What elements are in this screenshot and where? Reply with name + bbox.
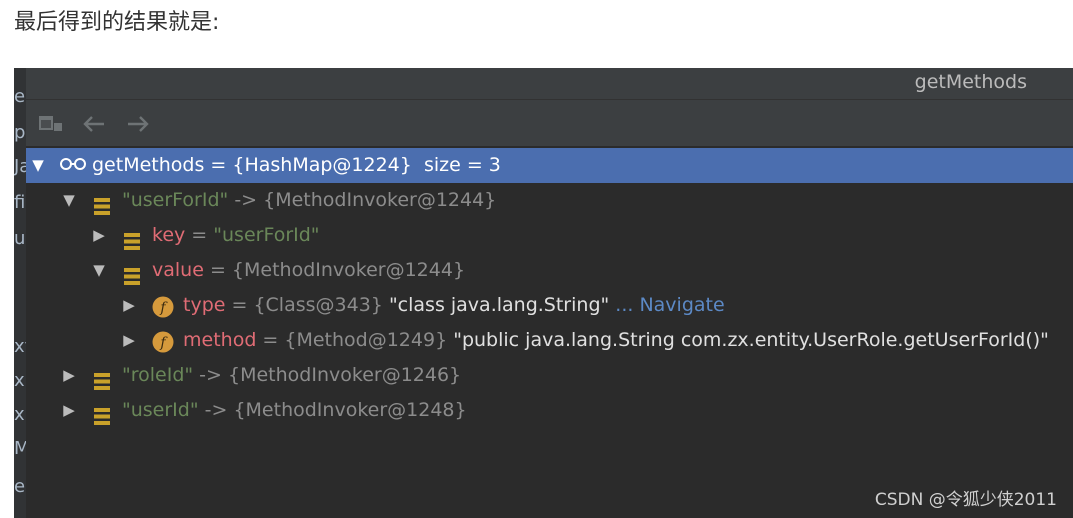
tree-row-key[interactable]: ▶ key = "userForId" xyxy=(26,218,1073,253)
gutter-char: e xyxy=(14,86,26,107)
editor-gutter: e p Ja fi u xy x x M e xyxy=(14,68,26,518)
entry-arrow: -> xyxy=(198,399,234,421)
field-value: {MethodInvoker@1244} xyxy=(231,259,466,281)
gutter-char: p xyxy=(14,122,26,143)
gutter-char: x xyxy=(14,404,25,425)
tree-row-value[interactable]: ▼ value = {MethodInvoker@1244} xyxy=(26,253,1073,288)
tree-row-root[interactable]: ▼ getMethods = {HashMap@1224} size = 3 xyxy=(26,148,1073,183)
article-heading: 最后得到的结果就是: xyxy=(14,10,220,35)
expand-triangle-icon[interactable]: ▶ xyxy=(60,358,78,393)
eq-sign: = xyxy=(225,294,254,316)
tree-row-method[interactable]: ▶ f method = {Method@1249} "public java.… xyxy=(26,323,1073,358)
var-name: getMethods xyxy=(92,154,205,176)
panel-title-bar: getMethods xyxy=(26,68,1073,100)
field-name: key xyxy=(152,224,186,246)
size-label: size = 3 xyxy=(423,154,501,176)
gutter-char: xy xyxy=(14,336,26,357)
watch-glasses-icon xyxy=(60,148,86,183)
collapse-triangle-icon[interactable]: ▼ xyxy=(90,253,108,288)
expand-triangle-icon[interactable]: ▶ xyxy=(120,288,138,323)
eq-sign: = xyxy=(204,154,233,176)
entry-arrow: -> xyxy=(228,189,264,211)
gutter-char: Ja xyxy=(14,156,26,177)
field-ref: {Class@343} xyxy=(253,294,383,316)
tree-row-entry-userforid[interactable]: ▼ "userForId" -> {MethodInvoker@1244} xyxy=(26,183,1073,218)
tree-row-entry-roleid[interactable]: ▶ "roleId" -> {MethodInvoker@1246} xyxy=(26,358,1073,393)
tree-row-type[interactable]: ▶ f type = {Class@343} "class java.lang.… xyxy=(26,288,1073,323)
field-value: "class java.lang.String" xyxy=(388,294,610,316)
panel-title: getMethods xyxy=(914,71,1027,93)
expand-triangle-icon[interactable]: ▶ xyxy=(120,323,138,358)
var-value: {HashMap@1224} xyxy=(232,154,412,176)
forward-arrow-icon[interactable] xyxy=(126,114,150,138)
back-arrow-icon[interactable] xyxy=(82,114,106,138)
gutter-char: x xyxy=(14,370,25,391)
expand-triangle-icon[interactable]: ▶ xyxy=(60,393,78,428)
entry-arrow: -> xyxy=(193,364,228,386)
field-value: "public java.lang.String com.zx.entity.U… xyxy=(453,329,1049,351)
field-name: type xyxy=(183,294,226,316)
field-name: value xyxy=(152,259,204,281)
eq-sign: = xyxy=(185,224,214,246)
debugger-variables-panel: e p Ja fi u xy x x M e getMethods xyxy=(14,68,1073,518)
eq-sign: = xyxy=(203,259,232,281)
collapse-triangle-icon[interactable]: ▼ xyxy=(29,148,47,183)
debug-toolbar xyxy=(26,100,1073,146)
entry-key: "userForId" xyxy=(122,189,229,211)
entry-key: "userId" xyxy=(122,399,199,421)
navigate-link[interactable]: ... Navigate xyxy=(615,294,724,316)
field-ref: {Method@1249} xyxy=(284,329,448,351)
gutter-char: M xyxy=(14,438,26,459)
collapse-triangle-icon[interactable]: ▼ xyxy=(60,183,78,218)
gutter-char: u xyxy=(14,228,26,249)
watermark: CSDN @令狐少侠2011 xyxy=(874,490,1057,510)
entry-value: {MethodInvoker@1244} xyxy=(263,189,497,211)
entry-value: {MethodInvoker@1246} xyxy=(228,364,462,386)
eq-sign: = xyxy=(256,329,285,351)
expand-triangle-icon[interactable]: ▶ xyxy=(90,218,108,253)
field-value: "userForId" xyxy=(213,224,320,246)
field-name: method xyxy=(183,329,257,351)
restore-layout-icon[interactable] xyxy=(38,114,64,138)
entry-key: "roleId" xyxy=(122,364,194,386)
entry-value: {MethodInvoker@1248} xyxy=(233,399,467,421)
variables-tree: ▼ getMethods = {HashMap@1224} size = 3 ▼… xyxy=(26,148,1073,428)
gutter-char: fi xyxy=(14,192,26,213)
tree-row-entry-userid[interactable]: ▶ "userId" -> {MethodInvoker@1248} xyxy=(26,393,1073,428)
map-entry-icon xyxy=(94,402,110,437)
gutter-char: e xyxy=(14,476,26,497)
